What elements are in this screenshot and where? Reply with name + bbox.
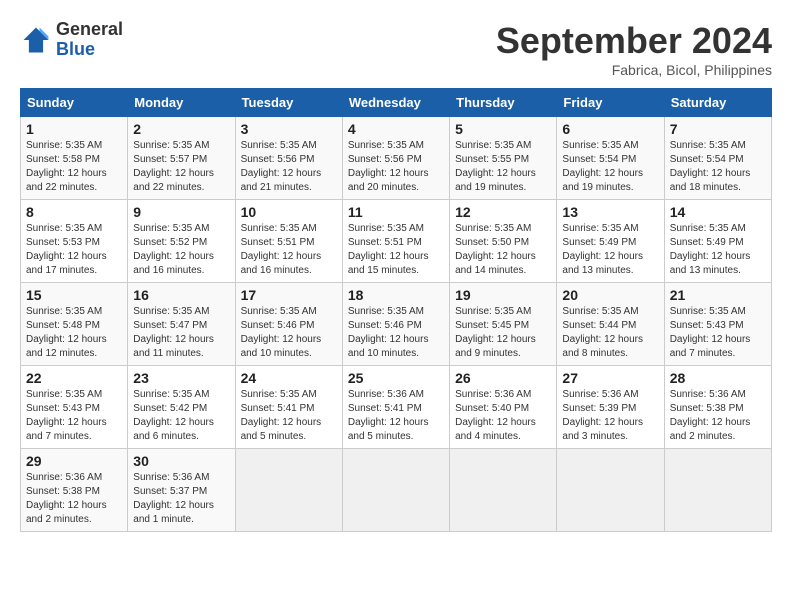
- weekday-header-sunday: Sunday: [21, 89, 128, 117]
- table-row: 28Sunrise: 5:36 AMSunset: 5:38 PMDayligh…: [664, 366, 771, 449]
- table-row: 20Sunrise: 5:35 AMSunset: 5:44 PMDayligh…: [557, 283, 664, 366]
- calendar-table: SundayMondayTuesdayWednesdayThursdayFrid…: [20, 88, 772, 532]
- table-row: 16Sunrise: 5:35 AMSunset: 5:47 PMDayligh…: [128, 283, 235, 366]
- table-row: 21Sunrise: 5:35 AMSunset: 5:43 PMDayligh…: [664, 283, 771, 366]
- table-row: [450, 449, 557, 532]
- weekday-header-row: SundayMondayTuesdayWednesdayThursdayFrid…: [21, 89, 772, 117]
- table-row: 6Sunrise: 5:35 AMSunset: 5:54 PMDaylight…: [557, 117, 664, 200]
- weekday-header-saturday: Saturday: [664, 89, 771, 117]
- table-row: 9Sunrise: 5:35 AMSunset: 5:52 PMDaylight…: [128, 200, 235, 283]
- week-row-4: 29Sunrise: 5:36 AMSunset: 5:38 PMDayligh…: [21, 449, 772, 532]
- table-row: 10Sunrise: 5:35 AMSunset: 5:51 PMDayligh…: [235, 200, 342, 283]
- table-row: 22Sunrise: 5:35 AMSunset: 5:43 PMDayligh…: [21, 366, 128, 449]
- weekday-header-thursday: Thursday: [450, 89, 557, 117]
- weekday-header-tuesday: Tuesday: [235, 89, 342, 117]
- table-row: 30Sunrise: 5:36 AMSunset: 5:37 PMDayligh…: [128, 449, 235, 532]
- table-row: 18Sunrise: 5:35 AMSunset: 5:46 PMDayligh…: [342, 283, 449, 366]
- week-row-0: 1Sunrise: 5:35 AMSunset: 5:58 PMDaylight…: [21, 117, 772, 200]
- table-row: 1Sunrise: 5:35 AMSunset: 5:58 PMDaylight…: [21, 117, 128, 200]
- table-row: 4Sunrise: 5:35 AMSunset: 5:56 PMDaylight…: [342, 117, 449, 200]
- logo: General Blue: [20, 20, 123, 60]
- week-row-1: 8Sunrise: 5:35 AMSunset: 5:53 PMDaylight…: [21, 200, 772, 283]
- title-block: September 2024 Fabrica, Bicol, Philippin…: [496, 20, 772, 78]
- table-row: 11Sunrise: 5:35 AMSunset: 5:51 PMDayligh…: [342, 200, 449, 283]
- table-row: 27Sunrise: 5:36 AMSunset: 5:39 PMDayligh…: [557, 366, 664, 449]
- table-row: 14Sunrise: 5:35 AMSunset: 5:49 PMDayligh…: [664, 200, 771, 283]
- location: Fabrica, Bicol, Philippines: [496, 62, 772, 78]
- table-row: 17Sunrise: 5:35 AMSunset: 5:46 PMDayligh…: [235, 283, 342, 366]
- table-row: 13Sunrise: 5:35 AMSunset: 5:49 PMDayligh…: [557, 200, 664, 283]
- table-row: 12Sunrise: 5:35 AMSunset: 5:50 PMDayligh…: [450, 200, 557, 283]
- table-row: 29Sunrise: 5:36 AMSunset: 5:38 PMDayligh…: [21, 449, 128, 532]
- table-row: 2Sunrise: 5:35 AMSunset: 5:57 PMDaylight…: [128, 117, 235, 200]
- table-row: 7Sunrise: 5:35 AMSunset: 5:54 PMDaylight…: [664, 117, 771, 200]
- logo-blue: Blue: [56, 40, 123, 60]
- logo-general: General: [56, 20, 123, 40]
- weekday-header-monday: Monday: [128, 89, 235, 117]
- table-row: 5Sunrise: 5:35 AMSunset: 5:55 PMDaylight…: [450, 117, 557, 200]
- page-header: General Blue September 2024 Fabrica, Bic…: [20, 20, 772, 78]
- table-row: 8Sunrise: 5:35 AMSunset: 5:53 PMDaylight…: [21, 200, 128, 283]
- table-row: [664, 449, 771, 532]
- weekday-header-wednesday: Wednesday: [342, 89, 449, 117]
- week-row-3: 22Sunrise: 5:35 AMSunset: 5:43 PMDayligh…: [21, 366, 772, 449]
- table-row: [557, 449, 664, 532]
- table-row: 23Sunrise: 5:35 AMSunset: 5:42 PMDayligh…: [128, 366, 235, 449]
- table-row: 25Sunrise: 5:36 AMSunset: 5:41 PMDayligh…: [342, 366, 449, 449]
- table-row: 3Sunrise: 5:35 AMSunset: 5:56 PMDaylight…: [235, 117, 342, 200]
- month-title: September 2024: [496, 20, 772, 62]
- weekday-header-friday: Friday: [557, 89, 664, 117]
- table-row: 19Sunrise: 5:35 AMSunset: 5:45 PMDayligh…: [450, 283, 557, 366]
- table-row: 15Sunrise: 5:35 AMSunset: 5:48 PMDayligh…: [21, 283, 128, 366]
- logo-icon: [20, 24, 52, 56]
- table-row: [342, 449, 449, 532]
- week-row-2: 15Sunrise: 5:35 AMSunset: 5:48 PMDayligh…: [21, 283, 772, 366]
- table-row: 24Sunrise: 5:35 AMSunset: 5:41 PMDayligh…: [235, 366, 342, 449]
- table-row: 26Sunrise: 5:36 AMSunset: 5:40 PMDayligh…: [450, 366, 557, 449]
- table-row: [235, 449, 342, 532]
